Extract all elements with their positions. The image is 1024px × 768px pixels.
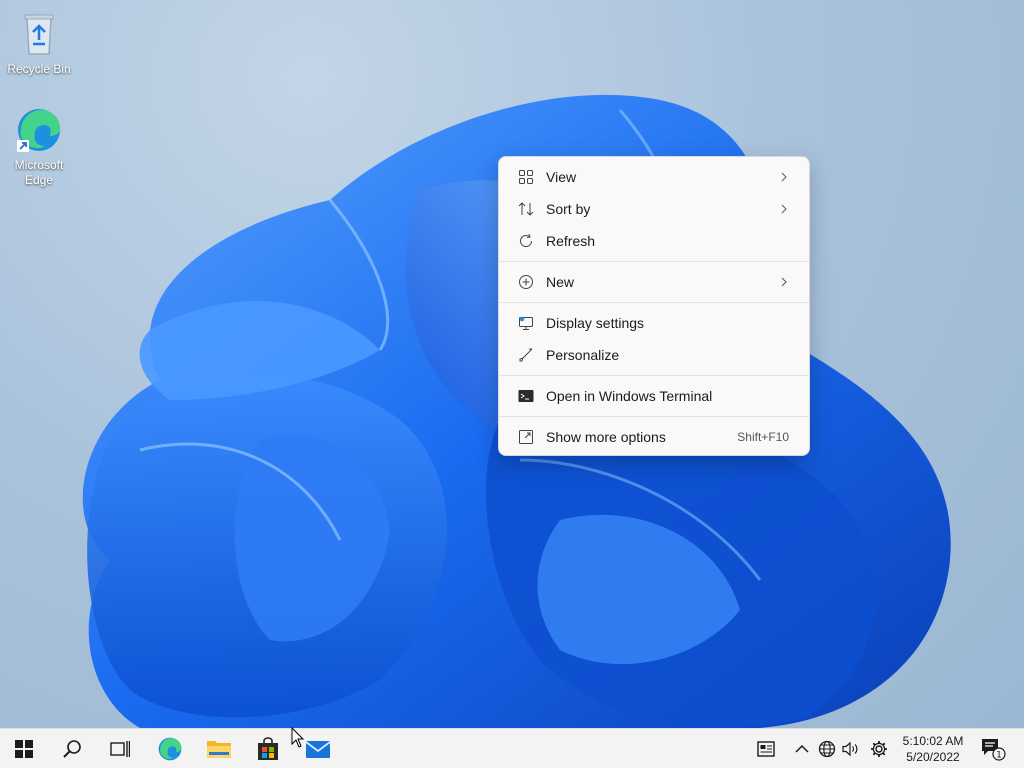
mouse-cursor-icon (291, 727, 305, 748)
search-button[interactable] (48, 729, 96, 768)
quick-settings-button[interactable] (866, 729, 892, 768)
desktop-icon-edge[interactable]: Microsoft Edge (2, 106, 76, 188)
chevron-right-icon (781, 204, 787, 214)
menu-item-refresh[interactable]: Refresh (503, 225, 805, 257)
volume-button[interactable] (840, 729, 862, 768)
edge-icon (17, 109, 61, 152)
notification-count: 1 (996, 751, 1002, 761)
menu-item-label: Personalize (546, 347, 620, 363)
menu-item-label: Display settings (546, 315, 645, 331)
taskbar-clock[interactable]: 5:10:02 AM 5/20/2022 (896, 729, 970, 768)
taskbar-edge-button[interactable] (146, 729, 194, 768)
menu-item-display-settings[interactable]: Display settings (503, 307, 805, 339)
search-icon (63, 740, 81, 758)
menu-item-sort-by[interactable]: Sort by (503, 193, 805, 225)
personalize-brush-icon (517, 346, 535, 364)
desktop-icon-label: Microsoft Edge (14, 158, 64, 187)
taskbar-store-button[interactable] (244, 729, 292, 768)
clock-time: 5:10:02 AM (902, 734, 964, 748)
menu-item-open-terminal[interactable]: Open in Windows Terminal (503, 380, 805, 412)
chevron-right-icon (781, 277, 787, 287)
menu-separator (499, 416, 809, 417)
chevron-up-icon (795, 744, 809, 753)
desktop-icon-label: Recycle Bin (7, 62, 71, 76)
start-icon (15, 740, 33, 758)
menu-item-view[interactable]: View (503, 161, 805, 193)
file-explorer-icon (207, 741, 231, 758)
notification-icon: 1 (982, 739, 1006, 761)
menu-separator (499, 261, 809, 262)
taskbar-file-explorer-button[interactable] (195, 729, 243, 768)
sort-icon (517, 200, 535, 218)
menu-item-label: Open in Windows Terminal (546, 388, 713, 404)
terminal-icon (517, 387, 535, 405)
menu-item-label: View (546, 169, 577, 185)
menu-separator (499, 375, 809, 376)
menu-separator (499, 302, 809, 303)
settings-gear-icon (871, 741, 887, 757)
news-icon (757, 741, 775, 757)
refresh-icon (517, 232, 535, 250)
desktop-context-menu: View Sort by Refresh New Display setting… (498, 156, 810, 456)
chevron-right-icon (781, 172, 787, 182)
task-view-button[interactable] (96, 729, 144, 768)
menu-item-label: Refresh (546, 233, 596, 249)
view-grid-icon (517, 168, 535, 186)
start-button[interactable] (0, 729, 48, 768)
menu-item-label: New (546, 274, 575, 290)
menu-item-label: Show more options (546, 429, 666, 445)
volume-icon (842, 741, 858, 757)
mail-icon (305, 741, 331, 758)
menu-item-new[interactable]: New (503, 266, 805, 298)
news-widget-button[interactable] (752, 729, 780, 768)
display-settings-icon (517, 314, 535, 332)
new-plus-icon (517, 273, 535, 291)
menu-item-personalize[interactable]: Personalize (503, 339, 805, 371)
shortcut-label: Shift+F10 (737, 430, 789, 444)
network-button[interactable] (816, 729, 838, 768)
desktop-icon-recycle-bin[interactable]: Recycle Bin (2, 10, 76, 77)
more-options-icon (517, 428, 535, 446)
task-view-icon (110, 741, 130, 757)
menu-item-show-more-options[interactable]: Show more options Shift+F10 (503, 421, 805, 453)
clock-date: 5/20/2022 (906, 750, 960, 764)
recycle-bin-icon (24, 14, 54, 55)
menu-item-label: Sort by (546, 201, 591, 217)
show-hidden-icons-button[interactable] (792, 729, 812, 768)
taskbar: 5:10:02 AM 5/20/2022 1 (0, 728, 1024, 768)
notification-center-button[interactable]: 1 (976, 729, 1010, 768)
store-icon (258, 737, 278, 760)
edge-icon (158, 737, 182, 761)
network-globe-icon (818, 740, 836, 758)
